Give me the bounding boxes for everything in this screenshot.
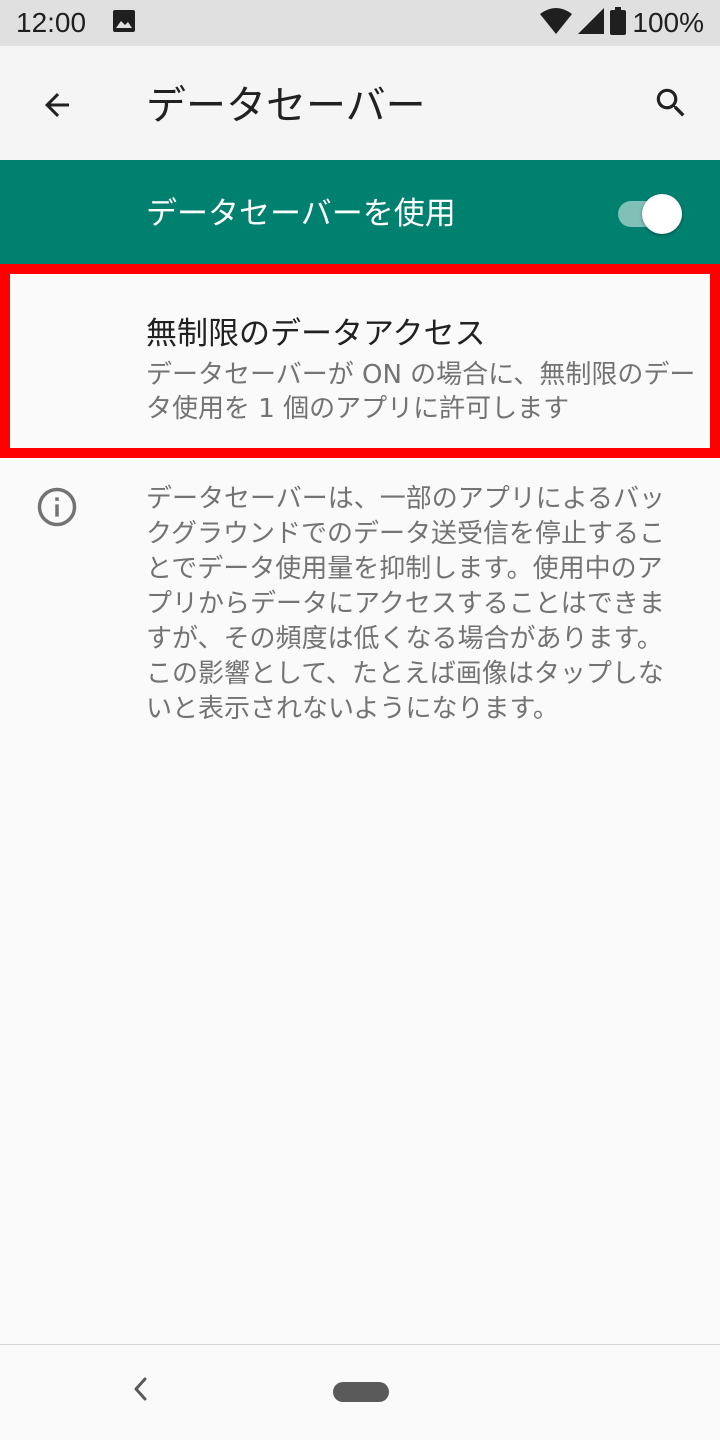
status-time: 12:00 bbox=[16, 7, 87, 38]
nav-back-icon bbox=[130, 1376, 150, 1406]
page-title: データセーバー bbox=[146, 83, 426, 129]
status-right: 100% bbox=[540, 6, 704, 40]
unrestricted-data-summary: データセーバーが ON の場合に、無制限のデータ使用を 1 個のアプリに許可しま… bbox=[146, 360, 696, 424]
battery-icon bbox=[610, 7, 627, 39]
battery-percent: 100% bbox=[632, 7, 704, 38]
image-icon bbox=[112, 9, 136, 33]
master-switch-label: データセーバーを使用 bbox=[146, 196, 456, 232]
app-bar: データセーバー bbox=[0, 46, 720, 160]
search-button[interactable] bbox=[648, 82, 694, 128]
wifi-icon bbox=[540, 8, 573, 38]
unrestricted-data-access-item[interactable]: 無制限のデータアクセス データセーバーが ON の場合に、無制限のデータ使用を … bbox=[0, 264, 720, 458]
screen: 12:00 100% データセーバー データセーバーを使用 無制限のデータアクセ… bbox=[0, 0, 720, 1440]
data-saver-master-switch[interactable]: データセーバーを使用 bbox=[0, 160, 720, 266]
nav-home-pill[interactable] bbox=[333, 1382, 389, 1402]
unrestricted-data-title: 無制限のデータアクセス bbox=[146, 316, 486, 352]
back-button[interactable] bbox=[34, 84, 80, 130]
info-icon bbox=[36, 486, 78, 528]
navigation-bar bbox=[0, 1345, 720, 1440]
signal-icon bbox=[578, 8, 605, 38]
search-icon bbox=[652, 84, 690, 126]
back-arrow-icon bbox=[39, 87, 75, 127]
toggle-thumb bbox=[642, 194, 682, 234]
status-bar: 12:00 100% bbox=[0, 0, 720, 46]
footer-info-text: データセーバーは、一部のアプリによるバックグラウンドでのデータ送受信を停止するこ… bbox=[146, 484, 665, 724]
nav-back-button[interactable] bbox=[124, 1375, 156, 1407]
data-saver-toggle[interactable] bbox=[618, 194, 684, 234]
